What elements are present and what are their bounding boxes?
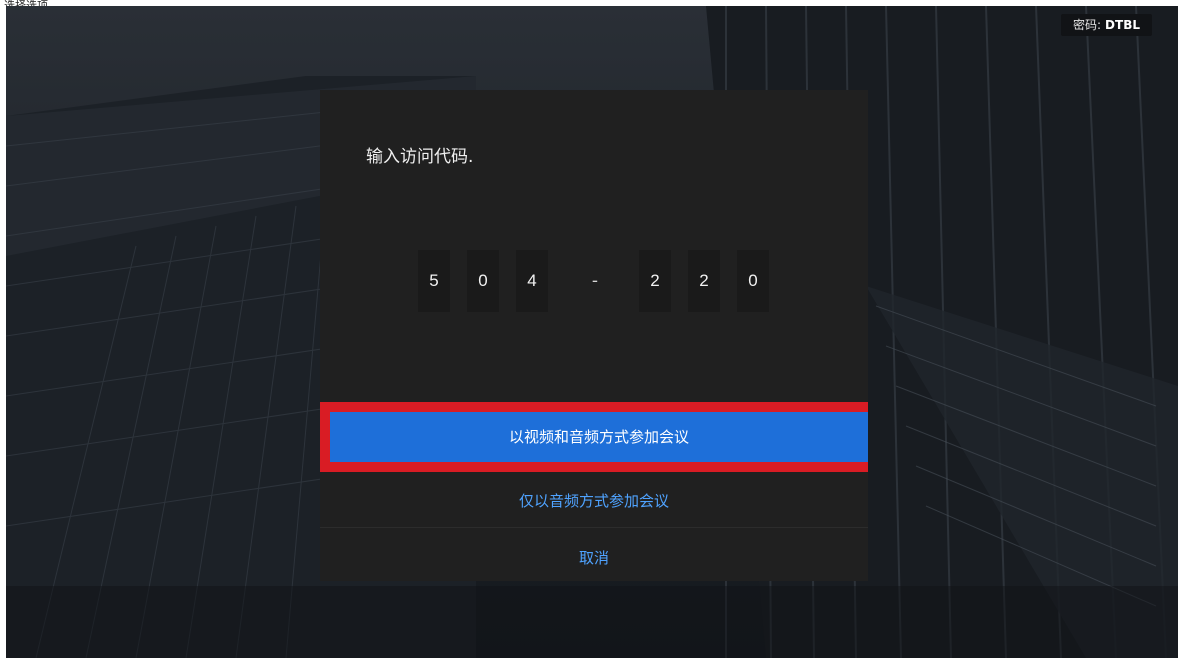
- access-code-input[interactable]: 5 0 4 - 2 2 0: [418, 250, 778, 312]
- code-digit-2[interactable]: 0: [467, 250, 499, 312]
- password-label: 密码:: [1073, 18, 1102, 32]
- dialog-title: 输入访问代码.: [366, 147, 474, 167]
- code-digit-6[interactable]: 0: [737, 250, 769, 312]
- code-digit-3[interactable]: 4: [516, 250, 548, 312]
- code-digit-5[interactable]: 2: [688, 250, 720, 312]
- password-value: DTBL: [1105, 18, 1140, 32]
- cancel-button[interactable]: 取消: [320, 537, 868, 579]
- focus-highlight-frame: 以视频和音频方式参加会议: [320, 402, 868, 472]
- divider: [320, 527, 868, 528]
- access-code-dialog: 输入访问代码. 5 0 4 - 2 2 0 以视频和音频方式参加会议 仅以音频方…: [320, 90, 868, 581]
- password-badge: 密码: DTBL: [1061, 14, 1152, 36]
- code-digit-4[interactable]: 2: [639, 250, 671, 312]
- join-audio-only-button[interactable]: 仅以音频方式参加会议: [320, 480, 868, 522]
- app-root: 选择选项: [0, 0, 1180, 661]
- code-digit-1[interactable]: 5: [418, 250, 450, 312]
- join-with-video-and-audio-button[interactable]: 以视频和音频方式参加会议: [330, 412, 868, 462]
- meeting-screen: 密码: DTBL 输入访问代码. 5 0 4 - 2 2 0 以视频和音频方式参加…: [6, 6, 1178, 658]
- code-separator: -: [591, 271, 599, 291]
